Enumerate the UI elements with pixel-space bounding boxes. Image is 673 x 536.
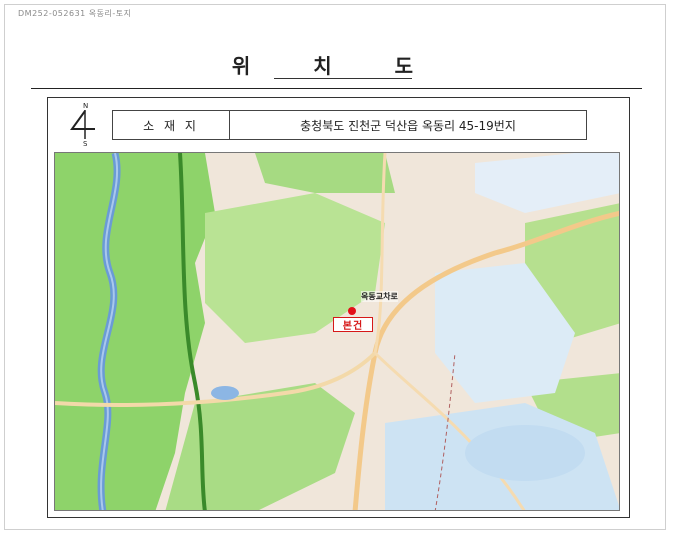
header-rule bbox=[31, 88, 642, 89]
pond bbox=[211, 386, 239, 400]
north-arrow-icon: N S bbox=[70, 102, 95, 147]
location-label: 소 재 지 bbox=[113, 111, 230, 139]
compass-south-label: S bbox=[83, 140, 88, 147]
subject-location-marker[interactable] bbox=[348, 307, 356, 315]
location-table: 소 재 지 충청북도 진천군 덕산읍 옥동리 45-19번지 bbox=[112, 110, 587, 140]
reservoir bbox=[465, 425, 585, 481]
document-id: DM252-052631 옥동리-토지 bbox=[18, 9, 132, 18]
compass-north-label: N bbox=[83, 102, 88, 110]
nearby-label: 옥동교차로 bbox=[361, 291, 398, 302]
subject-property-label[interactable]: 본건 bbox=[333, 317, 373, 332]
page-title: 위 치 도 bbox=[231, 54, 442, 78]
map-image bbox=[55, 153, 619, 510]
location-address: 충청북도 진천군 덕산읍 옥동리 45-19번지 bbox=[300, 118, 516, 133]
title-underline bbox=[274, 78, 412, 79]
